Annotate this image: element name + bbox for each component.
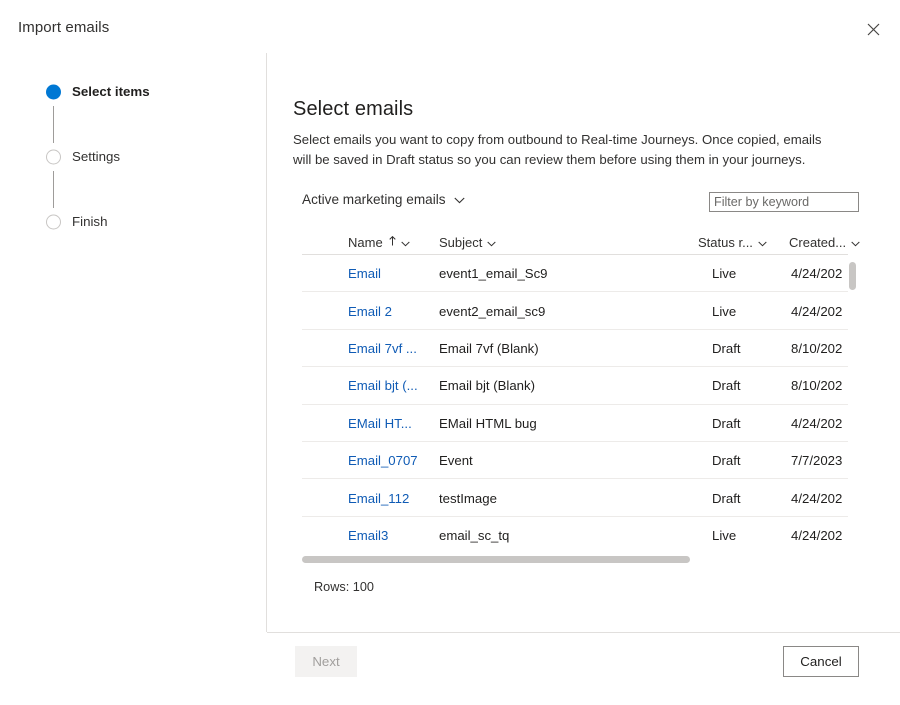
page-title: Import emails: [18, 19, 110, 36]
step-pending-icon: [46, 149, 61, 165]
cell-name[interactable]: Email3: [348, 517, 388, 554]
wizard-step-label: Select items: [72, 84, 150, 99]
cell-status: Draft: [712, 340, 741, 356]
table-row[interactable]: Email event1_email_Sc9 Live 4/24/202: [302, 255, 848, 293]
cell-name[interactable]: Email bjt (...: [348, 367, 418, 404]
step-current-icon: [46, 84, 61, 100]
cell-status: Draft: [712, 490, 741, 506]
cell-name[interactable]: Email 7vf ...: [348, 330, 417, 367]
filter-input[interactable]: [709, 192, 859, 212]
cell-subject: email_sc_tq: [439, 527, 510, 543]
cell-created: 8/10/202: [791, 378, 843, 394]
cell-created: 4/24/202: [791, 266, 843, 282]
cancel-button[interactable]: Cancel: [783, 646, 859, 677]
cell-subject: Event: [439, 453, 473, 469]
cell-name[interactable]: Email_0707: [348, 442, 418, 479]
column-header-label: Name: [348, 234, 383, 250]
footer-divider: [267, 632, 900, 633]
cell-created: 4/24/202: [791, 527, 843, 543]
close-icon[interactable]: [858, 14, 888, 44]
cell-created: 8/10/202: [791, 340, 843, 356]
cell-status: Draft: [712, 378, 741, 394]
cell-created: 4/24/202: [791, 303, 843, 319]
step-pending-icon: [46, 214, 61, 230]
step-connector-2: [46, 165, 246, 214]
cell-name[interactable]: Email_112: [348, 479, 409, 516]
cell-status: Draft: [712, 415, 741, 431]
cell-subject: Email 7vf (Blank): [439, 340, 539, 356]
step-connector-1: [46, 100, 246, 149]
cell-status: Live: [712, 527, 737, 543]
grid-body: Email event1_email_Sc9 Live 4/24/202 Ema…: [302, 255, 848, 554]
emails-grid: Name Subject Status r... Created... Emai…: [302, 229, 860, 554]
chevron-down-icon: [401, 235, 410, 250]
next-button[interactable]: Next: [295, 646, 357, 677]
vertical-scrollbar-thumb[interactable]: [849, 262, 856, 290]
table-row[interactable]: Email 7vf ... Email 7vf (Blank) Draft 8/…: [302, 330, 848, 368]
wizard-step-label: Finish: [72, 214, 108, 229]
cell-name[interactable]: Email: [348, 255, 381, 292]
dialog-header: Import emails: [0, 0, 900, 53]
view-selector[interactable]: Active marketing emails: [302, 192, 465, 207]
view-selector-label: Active marketing emails: [302, 192, 446, 207]
table-row[interactable]: Email3 email_sc_tq Live 4/24/202: [302, 517, 848, 554]
wizard-steps: Select items Settings Finish: [46, 84, 246, 230]
column-header-label: Status r...: [698, 234, 753, 250]
cell-status: Live: [712, 303, 737, 319]
column-header-name[interactable]: Name: [348, 229, 410, 255]
grid-header-row: Name Subject Status r... Created...: [302, 229, 860, 255]
rows-count-label: Rows: 100: [314, 580, 374, 594]
table-row[interactable]: Email_112 testImage Draft 4/24/202: [302, 479, 848, 517]
wizard-step-select-items[interactable]: Select items: [46, 84, 246, 100]
table-row[interactable]: Email bjt (... Email bjt (Blank) Draft 8…: [302, 367, 848, 405]
import-emails-dialog: Import emails Select items Settings Fini…: [0, 0, 900, 705]
cell-status: Draft: [712, 453, 741, 469]
wizard-step-settings[interactable]: Settings: [46, 149, 246, 165]
arrow-up-icon: [389, 235, 396, 249]
column-header-status-reason[interactable]: Status r...: [698, 229, 767, 255]
cell-created: 4/24/202: [791, 415, 843, 431]
table-row[interactable]: EMail HT... EMail HTML bug Draft 4/24/20…: [302, 405, 848, 442]
wizard-step-label: Settings: [72, 149, 121, 164]
cell-created: 4/24/202: [791, 490, 843, 506]
cell-name[interactable]: EMail HT...: [348, 405, 412, 442]
cell-created: 7/7/2023: [791, 453, 843, 469]
wizard-step-finish[interactable]: Finish: [46, 214, 246, 230]
chevron-down-icon: [453, 192, 465, 207]
cell-subject: testImage: [439, 490, 497, 506]
cell-subject: event1_email_Sc9: [439, 266, 548, 282]
cell-subject: event2_email_sc9: [439, 303, 546, 319]
horizontal-scrollbar-thumb[interactable]: [302, 556, 690, 563]
pane-heading: Select emails: [293, 98, 414, 121]
cell-status: Live: [712, 266, 737, 282]
pane-description: Select emails you want to copy from outb…: [293, 132, 822, 167]
column-header-subject[interactable]: Subject: [439, 229, 497, 255]
table-row[interactable]: Email_0707 Event Draft 7/7/2023: [302, 442, 848, 480]
cell-subject: Email bjt (Blank): [439, 378, 536, 394]
cell-subject: EMail HTML bug: [439, 415, 537, 431]
table-row[interactable]: Email 2 event2_email_sc9 Live 4/24/202: [302, 292, 848, 330]
chevron-down-icon: [487, 235, 497, 250]
column-header-label: Subject: [439, 234, 483, 250]
rail-divider: [266, 53, 267, 632]
cell-name[interactable]: Email 2: [348, 292, 392, 329]
column-header-label: Created...: [789, 234, 847, 250]
chevron-down-icon: [758, 235, 767, 250]
